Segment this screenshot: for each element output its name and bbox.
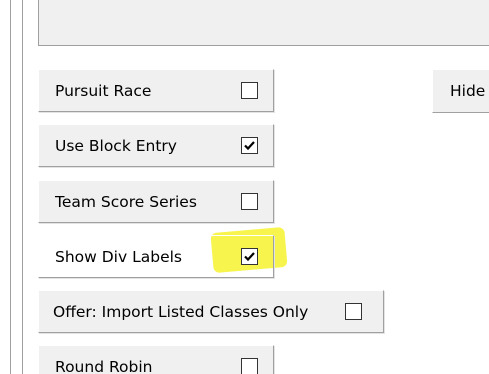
- hide-button-label: Hide: [450, 82, 486, 100]
- option-label: Use Block Entry: [55, 137, 177, 155]
- option-use-block-entry[interactable]: Use Block Entry: [38, 124, 274, 167]
- top-panel: [38, 0, 489, 46]
- checkmark-icon: [244, 141, 255, 151]
- options-panel: Pursuit Race Use Block Entry Team Score …: [0, 0, 489, 374]
- option-show-div-labels[interactable]: Show Div Labels: [38, 235, 274, 278]
- team-score-series-checkbox[interactable]: [241, 193, 258, 210]
- checkmark-icon: [244, 252, 255, 262]
- round-robin-checkbox[interactable]: [241, 358, 258, 374]
- left-border-line: [10, 0, 11, 374]
- option-label: Pursuit Race: [55, 82, 152, 100]
- use-block-entry-checkbox[interactable]: [241, 137, 258, 154]
- option-offer-import-listed-classes-only[interactable]: Offer: Import Listed Classes Only: [38, 290, 384, 333]
- show-div-labels-checkbox[interactable]: [241, 248, 258, 265]
- offer-import-listed-classes-only-checkbox[interactable]: [345, 303, 362, 320]
- hide-button[interactable]: Hide: [432, 69, 489, 113]
- option-label: Team Score Series: [55, 193, 197, 211]
- option-label: Offer: Import Listed Classes Only: [53, 303, 309, 321]
- option-label: Show Div Labels: [55, 248, 182, 266]
- pursuit-race-checkbox[interactable]: [241, 82, 258, 99]
- option-label: Round Robin: [55, 358, 153, 374]
- left-border-highlight: [23, 0, 24, 374]
- option-team-score-series[interactable]: Team Score Series: [38, 180, 274, 223]
- option-pursuit-race[interactable]: Pursuit Race: [38, 69, 274, 112]
- option-round-robin[interactable]: Round Robin: [38, 345, 274, 374]
